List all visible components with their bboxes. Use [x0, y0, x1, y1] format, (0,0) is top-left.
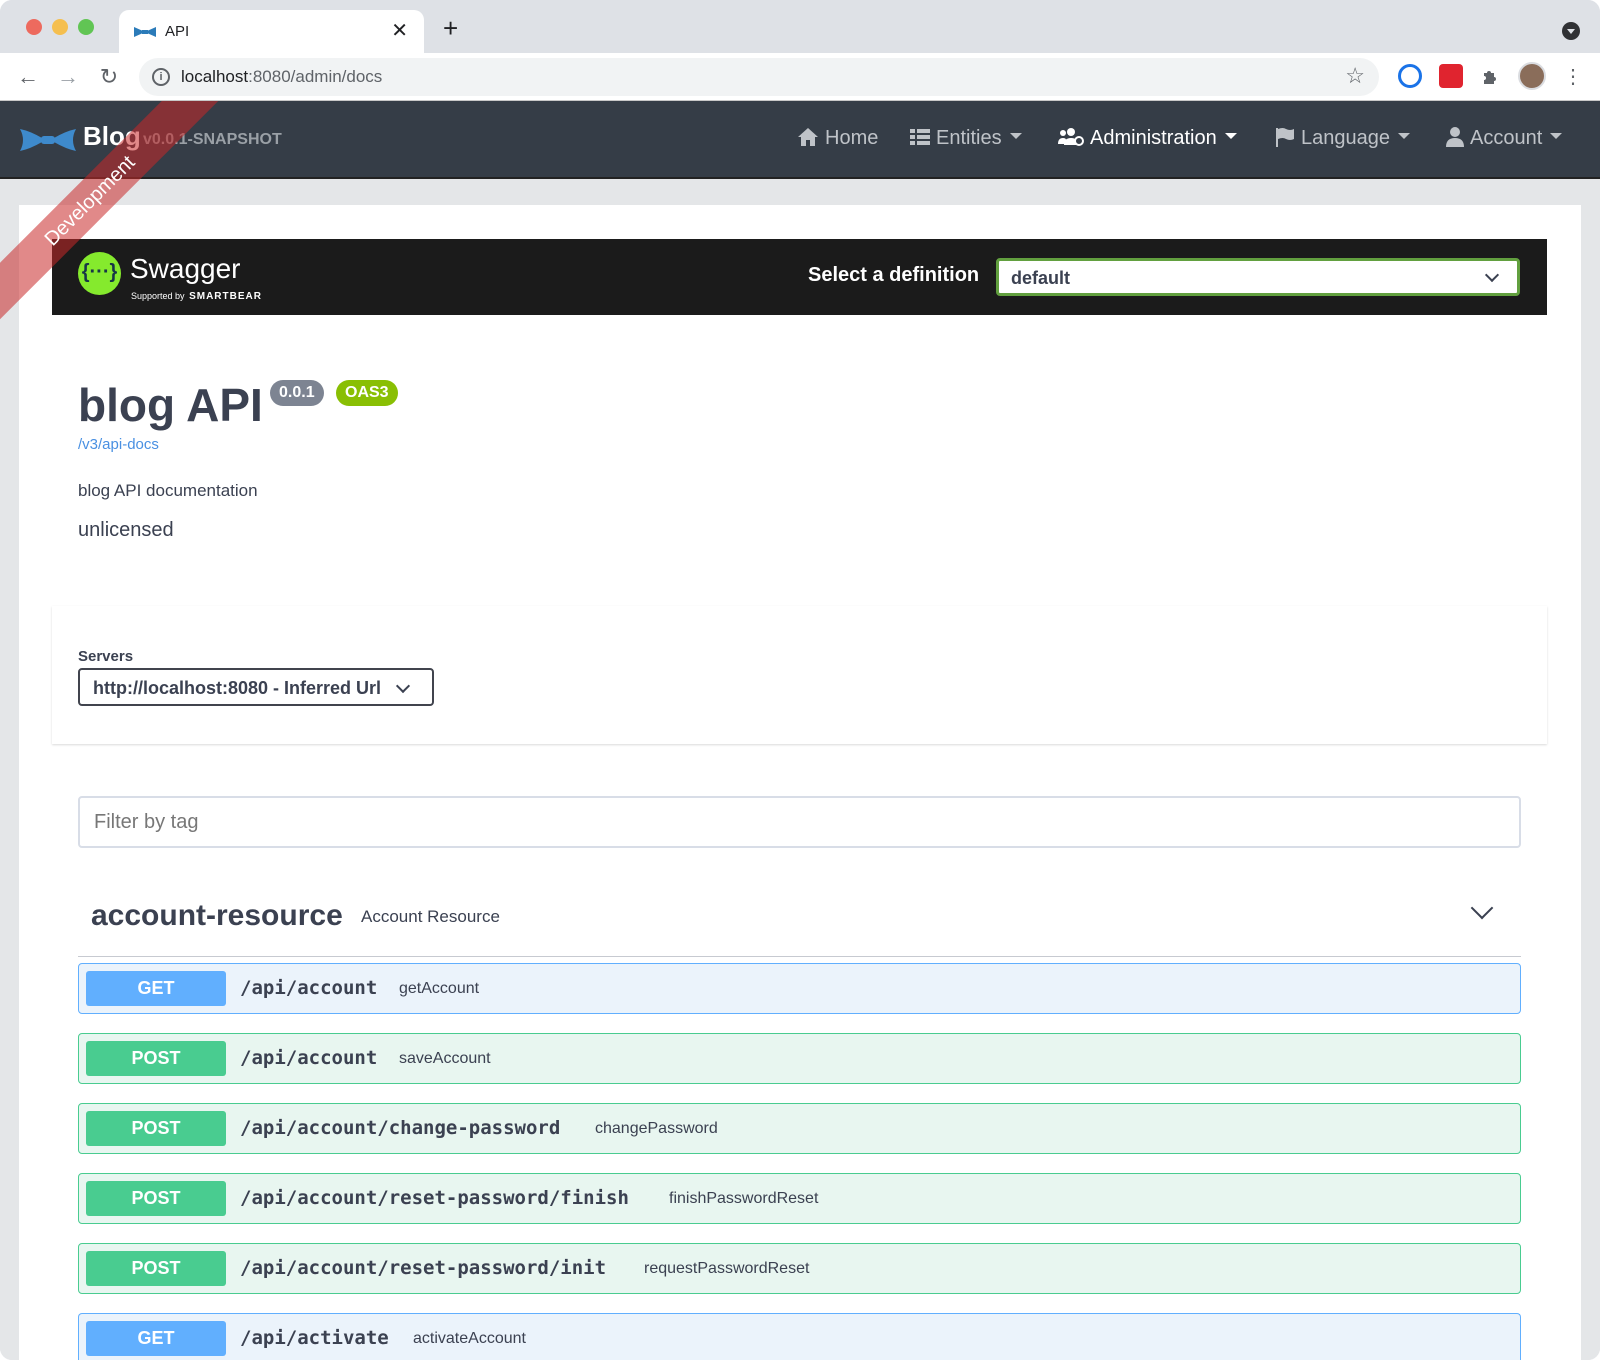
url-text: localhost:8080/admin/docs	[181, 67, 383, 86]
bowtie-logo-icon	[20, 129, 76, 151]
operation-path: /api/activate	[240, 1327, 389, 1349]
operation-path: /api/account	[240, 1047, 378, 1069]
tab-search-icon[interactable]	[1562, 22, 1580, 40]
tag-header[interactable]: account-resource Account Resource	[78, 882, 1521, 957]
nav-entities[interactable]: Entities	[910, 127, 1022, 150]
close-tab-icon[interactable]: ✕	[391, 19, 408, 43]
method-badge: POST	[86, 1041, 226, 1076]
list-icon	[910, 128, 930, 145]
chevron-down-icon	[395, 678, 411, 694]
minimize-window-button[interactable]	[52, 19, 68, 35]
operation-row[interactable]: POST /api/account saveAccount	[78, 1033, 1521, 1084]
api-docs-link[interactable]: /v3/api-docs	[78, 436, 159, 453]
operation-path: /api/account	[240, 977, 378, 999]
chevron-down-icon	[1484, 267, 1500, 283]
operation-summary: getAccount	[399, 980, 480, 997]
app-navbar: Blog v0.0.1-SNAPSHOT Home Entities Admin…	[0, 101, 1600, 179]
select-definition-label: Select a definition	[808, 264, 980, 286]
method-badge: GET	[86, 971, 226, 1006]
nav-administration[interactable]: Administration	[1058, 127, 1237, 150]
bowtie-favicon-icon	[134, 27, 156, 37]
operation-path: /api/account/change-password	[240, 1117, 561, 1139]
swagger-supported-by: Supported by SMARTBEAR	[131, 291, 262, 302]
swagger-topbar: {···} Swagger Supported by SMARTBEAR Sel…	[52, 239, 1547, 315]
operation-row[interactable]: GET /api/activate activateAccount	[78, 1313, 1521, 1360]
home-icon	[798, 127, 818, 146]
method-badge: POST	[86, 1181, 226, 1216]
password-manager-extension-icon[interactable]	[1398, 64, 1422, 88]
address-bar[interactable]: i localhost:8080/admin/docs ☆	[139, 58, 1379, 96]
operation-row[interactable]: POST /api/account/reset-password/finish …	[78, 1173, 1521, 1224]
tab-title: API	[165, 23, 190, 40]
servers-select[interactable]: http://localhost:8080 - Inferred Url	[78, 668, 434, 706]
servers-section: Servers http://localhost:8080 - Inferred…	[52, 606, 1547, 744]
oas-badge: OAS3	[336, 380, 398, 406]
brand-version: v0.0.1-SNAPSHOT	[143, 131, 282, 148]
api-title: blog API	[78, 379, 263, 431]
method-badge: POST	[86, 1251, 226, 1286]
pdf-extension-icon[interactable]	[1439, 64, 1463, 88]
back-arrow-icon[interactable]: ←	[14, 63, 42, 91]
swagger-logo-icon[interactable]: {···}	[78, 252, 121, 295]
bookmark-star-icon[interactable]: ☆	[1345, 63, 1365, 89]
api-description: blog API documentation	[78, 481, 258, 500]
operation-path: /api/account/reset-password/init	[240, 1257, 607, 1279]
method-badge: GET	[86, 1321, 226, 1356]
new-tab-icon[interactable]: +	[443, 15, 458, 41]
servers-label: Servers	[78, 648, 134, 665]
info-icon[interactable]: i	[152, 68, 170, 86]
swagger-name: Swagger	[130, 253, 241, 284]
operation-summary: finishPasswordReset	[669, 1190, 819, 1207]
method-badge: POST	[86, 1111, 226, 1146]
chevron-down-icon[interactable]	[1470, 896, 1494, 920]
browser-toolbar: ← → ↻ i localhost:8080/admin/docs ☆ ⋮	[0, 53, 1600, 101]
browser-window: API ✕ + ← → ↻ i localhost:8080/admin/doc…	[0, 0, 1600, 1360]
operation-summary: saveAccount	[399, 1050, 491, 1067]
operation-path: /api/account/reset-password/finish	[240, 1187, 629, 1209]
operation-row[interactable]: POST /api/account/change-password change…	[78, 1103, 1521, 1154]
operation-summary: activateAccount	[413, 1330, 526, 1347]
users-cog-icon	[1058, 127, 1084, 146]
profile-avatar[interactable]	[1518, 62, 1546, 90]
flag-icon	[1276, 127, 1294, 147]
extensions-puzzle-icon[interactable]	[1479, 64, 1503, 88]
nav-home[interactable]: Home	[797, 127, 878, 150]
filter-by-tag-input[interactable]: Filter by tag	[78, 796, 1521, 848]
operation-row[interactable]: GET /api/account getAccount	[78, 963, 1521, 1014]
definition-select[interactable]: default	[996, 258, 1520, 296]
nav-language[interactable]: Language	[1275, 127, 1410, 150]
version-badge: 0.0.1	[270, 380, 324, 406]
tag-description: Account Resource	[361, 907, 500, 926]
user-icon	[1446, 126, 1464, 147]
browser-menu-icon[interactable]: ⋮	[1559, 63, 1587, 91]
operation-summary: changePassword	[595, 1120, 718, 1137]
tab-strip: API ✕ +	[0, 0, 1600, 53]
zoom-window-button[interactable]	[78, 19, 94, 35]
reload-icon[interactable]: ↻	[95, 63, 123, 91]
browser-tab[interactable]: API ✕	[119, 10, 424, 53]
tag-name: account-resource	[91, 899, 343, 932]
forward-arrow-icon[interactable]: →	[54, 63, 82, 91]
brand-name[interactable]: Blog	[83, 121, 141, 152]
license-text: unlicensed	[78, 519, 174, 541]
operation-row[interactable]: POST /api/account/reset-password/init re…	[78, 1243, 1521, 1294]
operation-summary: requestPasswordReset	[644, 1260, 810, 1277]
close-window-button[interactable]	[26, 19, 42, 35]
nav-account[interactable]: Account	[1446, 126, 1563, 150]
